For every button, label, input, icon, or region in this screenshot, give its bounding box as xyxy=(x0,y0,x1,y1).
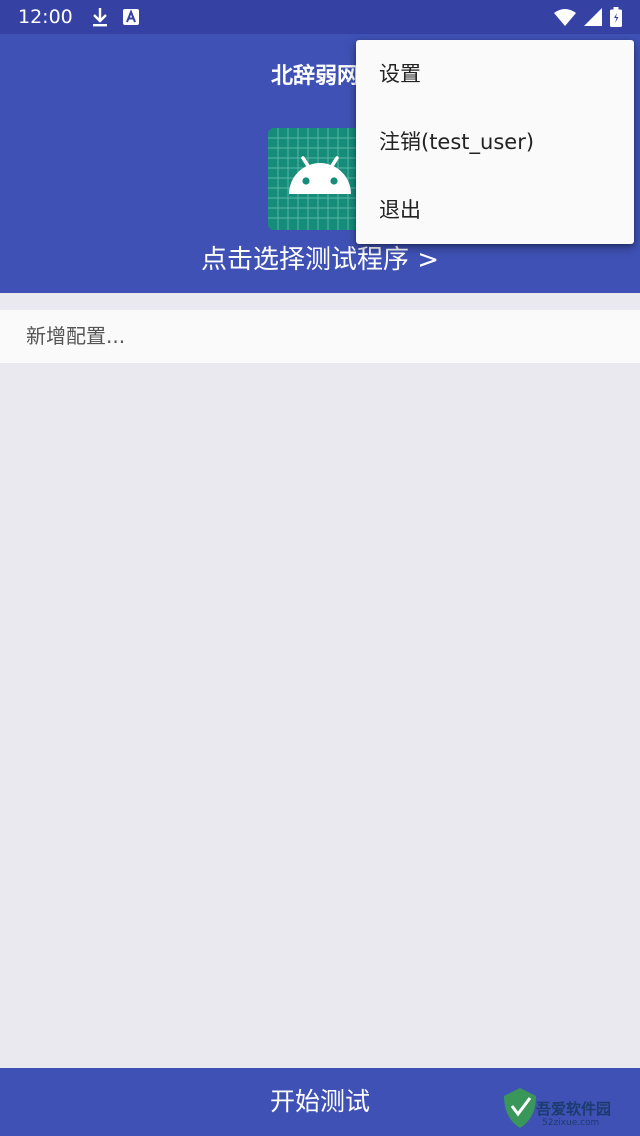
select-test-program-link[interactable]: 点击选择测试程序 > xyxy=(0,239,640,276)
download-icon xyxy=(91,7,109,27)
signal-icon xyxy=(584,8,602,26)
menu-item-exit[interactable]: 退出 xyxy=(356,176,634,244)
overflow-menu: 设置 注销(test_user) 退出 xyxy=(356,40,634,244)
font-a-icon xyxy=(122,9,139,25)
status-right-icons xyxy=(554,7,622,27)
menu-item-settings[interactable]: 设置 xyxy=(356,40,634,108)
status-time: 12:00 xyxy=(18,6,73,28)
menu-item-logout[interactable]: 注销(test_user) xyxy=(356,108,634,176)
shield-logo-icon xyxy=(504,1088,536,1128)
watermark-name: 吾爱软件园 xyxy=(536,1100,612,1118)
status-bar: 12:00 xyxy=(0,0,640,34)
status-left-icons xyxy=(91,7,139,27)
watermark: 吾爱软件园 52zixue.com xyxy=(500,1074,634,1132)
battery-icon xyxy=(610,7,622,27)
watermark-url: 52zixue.com xyxy=(542,1118,600,1128)
wifi-icon xyxy=(554,8,576,26)
add-config-item[interactable]: 新增配置... xyxy=(0,310,640,363)
